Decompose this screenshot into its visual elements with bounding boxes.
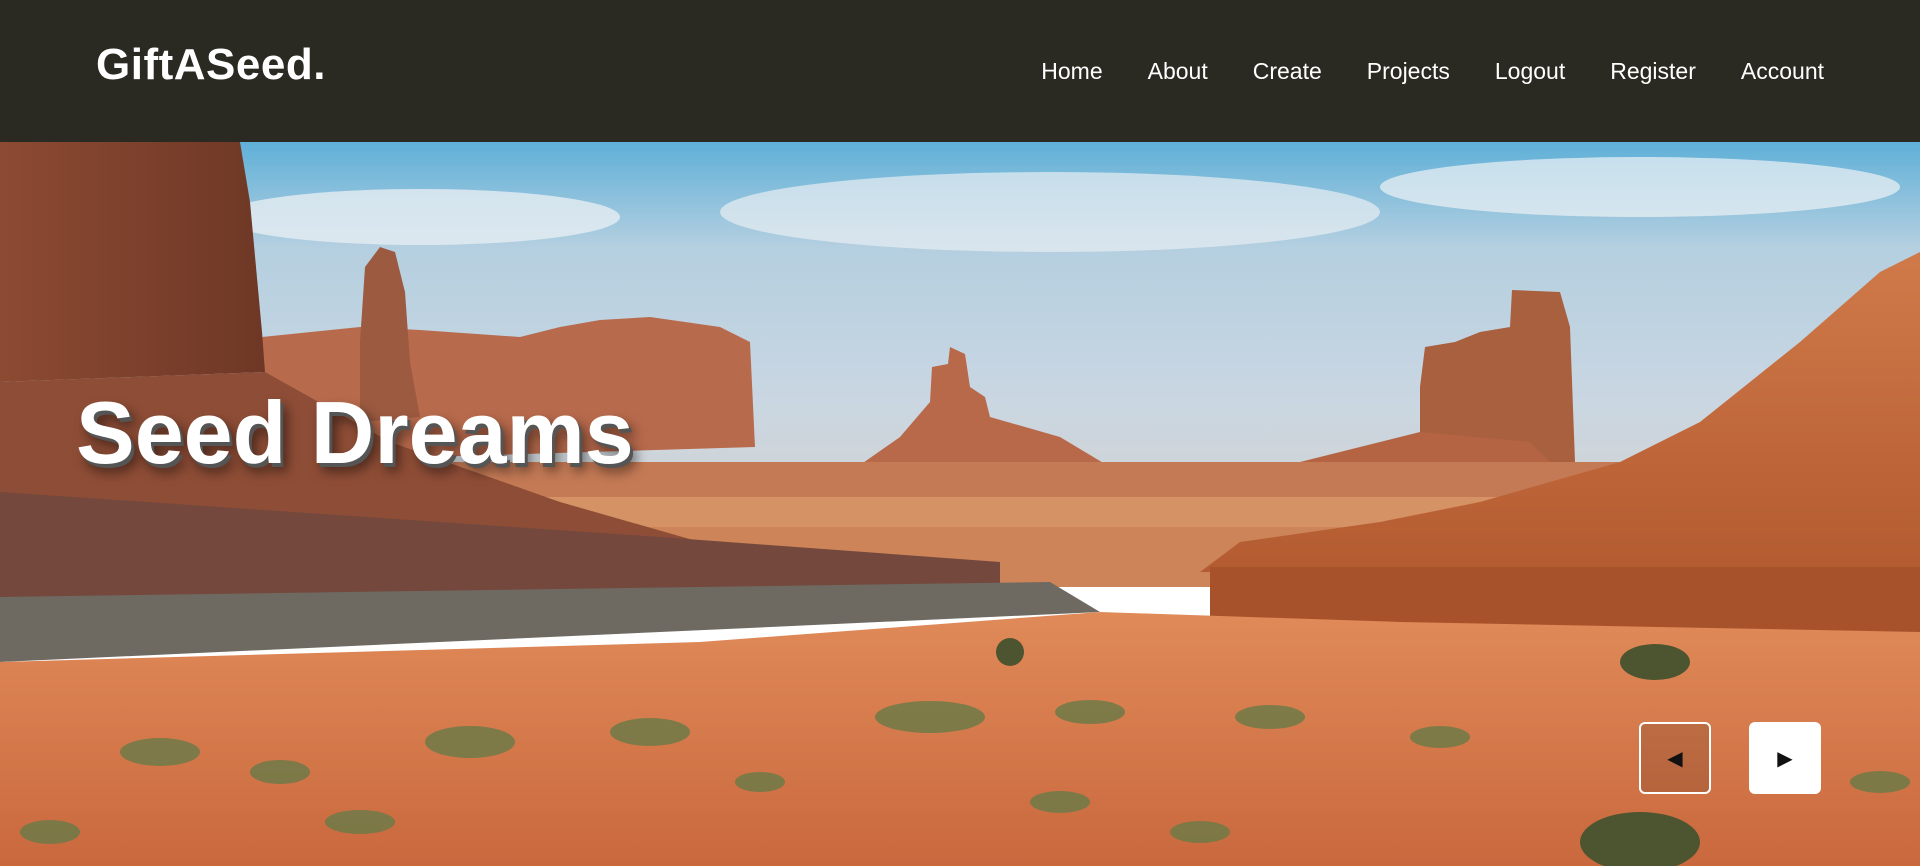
site-logo[interactable]: GiftASeed. [96,40,326,90]
nav-link-projects[interactable]: Projects [1367,58,1450,85]
carousel-next-button[interactable]: ▶ [1749,722,1821,794]
nav-link-logout[interactable]: Logout [1495,58,1565,85]
nav-link-register[interactable]: Register [1610,58,1696,85]
hero-background-image [0,142,1920,866]
nav-link-account[interactable]: Account [1741,58,1824,85]
nav-link-about[interactable]: About [1148,58,1208,85]
hero-title: Seed Dreams [76,383,634,482]
nav-link-create[interactable]: Create [1253,58,1322,85]
carousel-prev-button[interactable]: ◀ [1639,722,1711,794]
triangle-left-icon: ◀ [1667,747,1683,770]
main-nav: Home About Create Projects Logout Regist… [996,0,1824,142]
top-navbar: GiftASeed. Home About Create Projects Lo… [0,0,1920,142]
hero-carousel: Seed Dreams ◀ ▶ [0,142,1920,866]
nav-link-home[interactable]: Home [1041,58,1102,85]
triangle-right-icon: ▶ [1777,747,1793,770]
